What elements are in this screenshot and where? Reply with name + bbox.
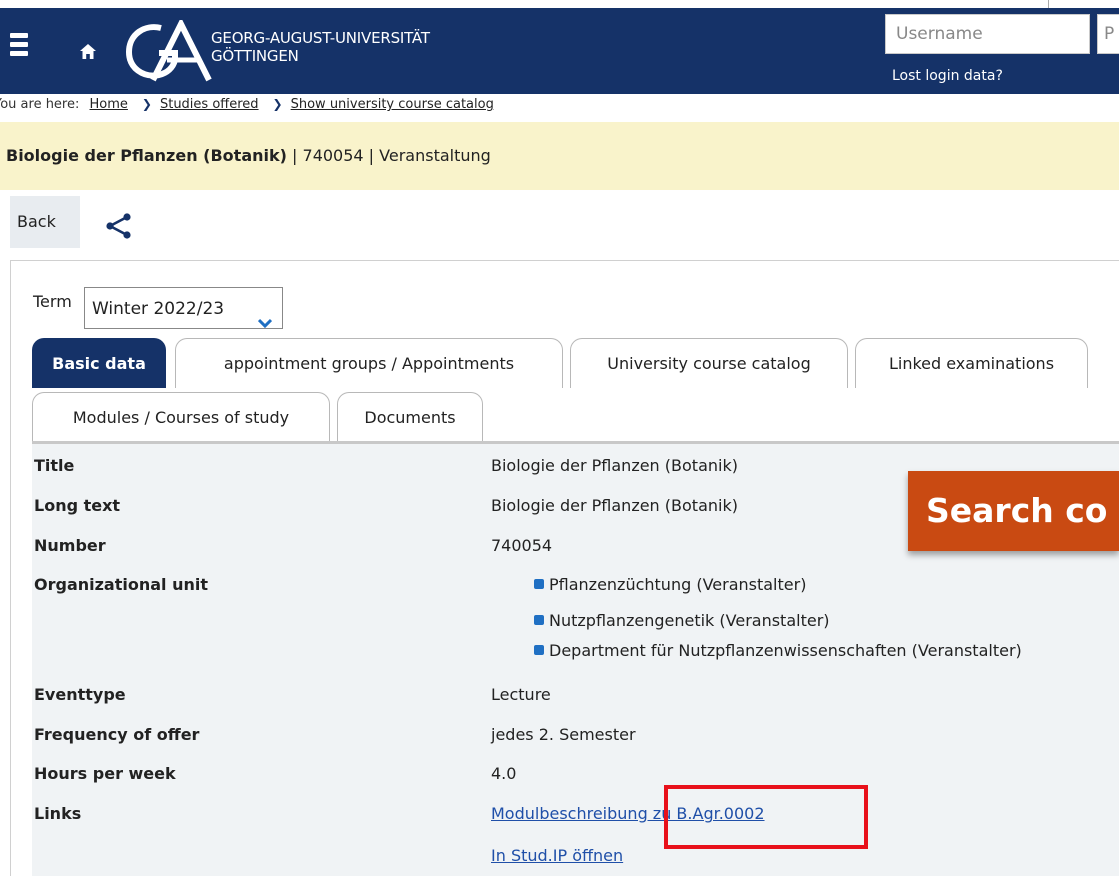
longtext-label: Long text <box>34 496 121 515</box>
divider <box>10 260 11 876</box>
username-input[interactable]: Username <box>885 14 1090 54</box>
bullet-icon <box>534 579 544 589</box>
page-title-bar: Biologie der Pflanzen (Botanik) | 740054… <box>0 122 1119 190</box>
eventtype-value: Lecture <box>491 685 551 704</box>
studip-link[interactable]: In Stud.IP öffnen <box>491 846 623 865</box>
orgunit-item-text: Nutzpflanzengenetik (Veranstalter) <box>549 611 830 630</box>
breadcrumb-prefix: You are here: <box>0 97 80 112</box>
university-name-line1: GEORG-AUGUST-UNIVERSITÄT <box>211 29 430 47</box>
tab-documents[interactable]: Documents <box>337 392 483 442</box>
bullet-icon <box>534 645 544 655</box>
university-name: GEORG-AUGUST-UNIVERSITÄT GÖTTINGEN <box>211 29 430 65</box>
orgunit-item-text: Department für Nutzpflanzenwissenschafte… <box>549 641 1022 660</box>
orgunit-item-text: Pflanzenzüchtung (Veranstalter) <box>549 575 807 594</box>
page-title-meta: | 740054 | Veranstaltung <box>286 146 491 165</box>
number-value: 740054 <box>491 536 553 555</box>
menu-icon[interactable] <box>10 33 28 67</box>
password-input[interactable]: P <box>1097 14 1119 54</box>
tab-course-catalog[interactable]: University course catalog <box>570 338 848 388</box>
tab-linked-examinations[interactable]: Linked examinations <box>855 338 1088 388</box>
divider <box>10 260 1119 261</box>
title-value: Biologie der Pflanzen (Botanik) <box>491 456 738 475</box>
breadcrumb-home[interactable]: Home <box>90 97 128 112</box>
orgunit-item: Nutzpflanzengenetik (Veranstalter) <box>534 611 830 630</box>
term-select-value: Winter 2022/23 <box>92 299 225 319</box>
home-icon[interactable] <box>80 44 96 63</box>
top-strip <box>0 0 1119 8</box>
term-label: Term <box>33 292 72 311</box>
tab-basic-data[interactable]: Basic data <box>32 338 166 388</box>
term-select[interactable]: Winter 2022/23 <box>84 287 283 329</box>
frequency-label: Frequency of offer <box>34 725 200 744</box>
longtext-value: Biologie der Pflanzen (Botanik) <box>491 496 738 515</box>
breadcrumb-studies-offered[interactable]: Studies offered <box>160 97 259 112</box>
frequency-value: jedes 2. Semester <box>491 725 636 744</box>
eventtype-label: Eventtype <box>34 685 126 704</box>
search-courses-button[interactable]: Search co <box>908 471 1119 551</box>
title-label: Title <box>34 456 75 475</box>
highlight-box <box>664 785 868 849</box>
links-label: Links <box>34 804 82 823</box>
lost-login-link[interactable]: Lost login data? <box>892 68 1003 84</box>
orgunit-item: Pflanzenzüchtung (Veranstalter) <box>534 575 806 594</box>
breadcrumb-course-catalog[interactable]: Show university course catalog <box>291 97 494 112</box>
hours-value: 4.0 <box>491 764 517 783</box>
page-title: Biologie der Pflanzen (Botanik) | 740054… <box>6 146 491 165</box>
breadcrumb-chevron-icon: ❯ <box>272 97 283 111</box>
hours-label: Hours per week <box>34 764 176 783</box>
orgunit-label: Organizational unit <box>34 575 209 594</box>
page-title-name: Biologie der Pflanzen (Botanik) <box>6 146 287 165</box>
university-logo[interactable] <box>123 17 213 84</box>
university-name-line2: GÖTTINGEN <box>211 47 299 65</box>
bullet-icon <box>534 615 544 625</box>
number-label: Number <box>34 536 106 555</box>
tab-appointments[interactable]: appointment groups / Appointments <box>175 338 563 388</box>
site-header: GEORG-AUGUST-UNIVERSITÄT GÖTTINGEN Usern… <box>0 8 1119 94</box>
back-button[interactable]: Back <box>10 196 80 248</box>
breadcrumb-chevron-icon: ❯ <box>141 97 152 111</box>
share-icon[interactable] <box>106 213 132 243</box>
tab-modules[interactable]: Modules / Courses of study <box>32 392 330 442</box>
orgunit-item: Department für Nutzpflanzenwissenschafte… <box>534 641 1022 660</box>
breadcrumb: You are here: Home ❯ Studies offered ❯ Show … <box>0 97 494 112</box>
